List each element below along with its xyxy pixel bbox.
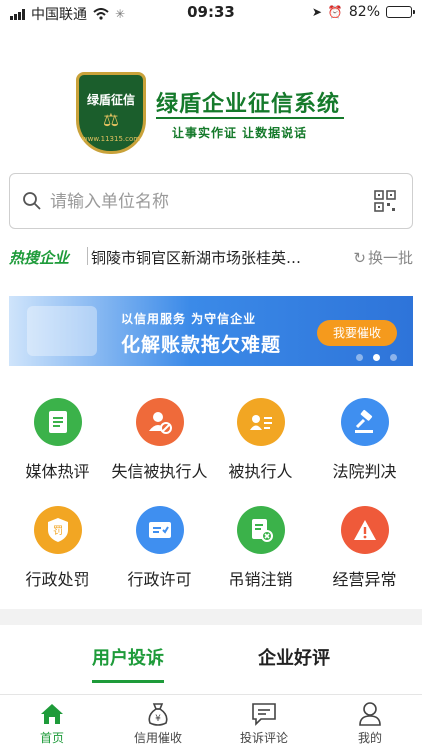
hot-search-company[interactable]: 铜陵市铜官区新湖市场张桂英…	[91, 247, 326, 268]
grid-item-dishonest-persons[interactable]: 失信被执行人	[107, 398, 212, 482]
title-underline	[156, 117, 344, 119]
grid-icon-circle	[236, 506, 285, 554]
banner-subtitle: 以信用服务 为守信企业	[121, 312, 257, 326]
grid-label: 行政许可	[127, 570, 192, 589]
banner-pagination	[356, 354, 397, 361]
comment-icon	[252, 703, 276, 726]
grid-icon-circle: 罚	[33, 506, 82, 554]
person-banned-icon	[148, 412, 172, 434]
grid-item-administrative-penalty[interactable]: 罚 行政处罚	[5, 506, 110, 590]
id-card-icon	[249, 415, 272, 430]
hot-search-bar: 热搜企业 铜陵市铜官区新湖市场张桂英… ↻ 换一批	[9, 246, 413, 268]
brand-header: 绿盾征信 ⚖ www.11315.com 绿盾企业征信系统 让事实作证 让数据说…	[0, 60, 422, 160]
active-tab-indicator	[92, 680, 164, 683]
promo-banner[interactable]: 以信用服务 为守信企业 化解账款拖欠难题 我要催收	[9, 296, 413, 366]
grid-label: 吊销注销	[228, 570, 293, 589]
grid-icon-circle	[340, 398, 389, 446]
nav-credit-collection[interactable]: ¥ 信用催收	[118, 701, 198, 746]
grid-label: 法院判决	[332, 462, 397, 481]
review-tabs: 用户投诉 企业好评	[0, 640, 422, 684]
gavel-icon	[354, 409, 373, 433]
grid-item-business-abnormal[interactable]: 经营异常	[312, 506, 417, 590]
revoke-doc-icon	[251, 519, 273, 542]
money-bag-icon: ¥	[148, 703, 168, 726]
hot-search-label: 热搜企业	[9, 249, 70, 267]
user-icon	[359, 702, 381, 726]
banner-illustration	[27, 306, 97, 356]
grid-item-media-reviews[interactable]: 媒体热评	[5, 398, 110, 482]
grid-item-court-judgments[interactable]: 法院判决	[312, 398, 417, 482]
nav-label: 信用催收	[133, 731, 182, 745]
svg-text:¥: ¥	[155, 714, 161, 724]
grid-label: 被执行人	[228, 462, 293, 481]
nav-label: 首页	[39, 731, 64, 745]
tab-user-complaints[interactable]: 用户投诉	[92, 644, 164, 670]
nav-profile[interactable]: 我的	[330, 701, 410, 746]
document-icon	[48, 411, 67, 433]
banner-dot[interactable]	[356, 354, 363, 361]
search-bar[interactable]	[9, 173, 413, 229]
grid-label: 媒体热评	[25, 462, 90, 481]
hot-search-divider	[87, 247, 88, 265]
penalty-badge-icon: 罚	[47, 518, 68, 542]
nav-label: 我的	[357, 731, 382, 745]
alarm-icon: ⏰	[327, 5, 343, 19]
grid-icon-circle	[135, 398, 184, 446]
warning-icon	[353, 520, 376, 540]
scales-icon: ⚖	[102, 110, 120, 131]
svg-text:罚: 罚	[53, 525, 63, 537]
banner-dot[interactable]	[390, 354, 397, 361]
grid-label: 经营异常	[332, 570, 397, 589]
refresh-button[interactable]: ↻ 换一批	[353, 247, 413, 268]
search-input[interactable]	[50, 188, 360, 216]
section-divider	[0, 609, 422, 625]
bottom-nav: 首页 ¥ 信用催收 投诉评论 我的	[0, 694, 422, 750]
grid-icon-circle	[135, 506, 184, 554]
battery-icon	[386, 6, 415, 18]
app-title: 绿盾企业征信系统	[156, 92, 341, 117]
grid-label: 失信被执行人	[111, 462, 208, 481]
grid-icon-circle	[236, 398, 285, 446]
grid-item-revocation[interactable]: 吊销注销	[208, 506, 313, 590]
location-icon: ➤	[311, 5, 322, 19]
banner-title: 化解账款拖欠难题	[121, 334, 282, 356]
refresh-label: 换一批	[367, 249, 413, 267]
license-card-icon	[148, 522, 171, 538]
nav-label: 投诉评论	[239, 731, 288, 745]
battery-percent: 82%	[348, 4, 380, 20]
brand-shield-logo: 绿盾征信 ⚖ www.11315.com	[76, 72, 146, 154]
banner-dot-active[interactable]	[373, 354, 380, 361]
refresh-icon: ↻	[353, 248, 366, 267]
tab-company-praise[interactable]: 企业好评	[258, 644, 330, 670]
banner-collect-button[interactable]: 我要催收	[317, 320, 397, 346]
search-icon	[23, 192, 41, 210]
status-bar: 中国联通 ✳ 09:33 ➤ ⏰ 82%	[0, 0, 422, 26]
grid-icon-circle	[33, 398, 82, 446]
shield-text: 绿盾征信	[86, 93, 135, 107]
grid-label: 行政处罚	[25, 570, 90, 589]
nav-complaints-comments[interactable]: 投诉评论	[224, 701, 304, 746]
grid-item-administrative-license[interactable]: 行政许可	[107, 506, 212, 590]
nav-home[interactable]: 首页	[12, 701, 92, 746]
grid-icon-circle	[340, 506, 389, 554]
qr-scan-icon[interactable]	[374, 190, 396, 212]
grid-item-executed-persons[interactable]: 被执行人	[208, 398, 313, 482]
app-slogan: 让事实作证 让数据说话	[172, 126, 308, 140]
home-icon	[41, 704, 63, 724]
shield-url: www.11315.com	[81, 135, 141, 143]
